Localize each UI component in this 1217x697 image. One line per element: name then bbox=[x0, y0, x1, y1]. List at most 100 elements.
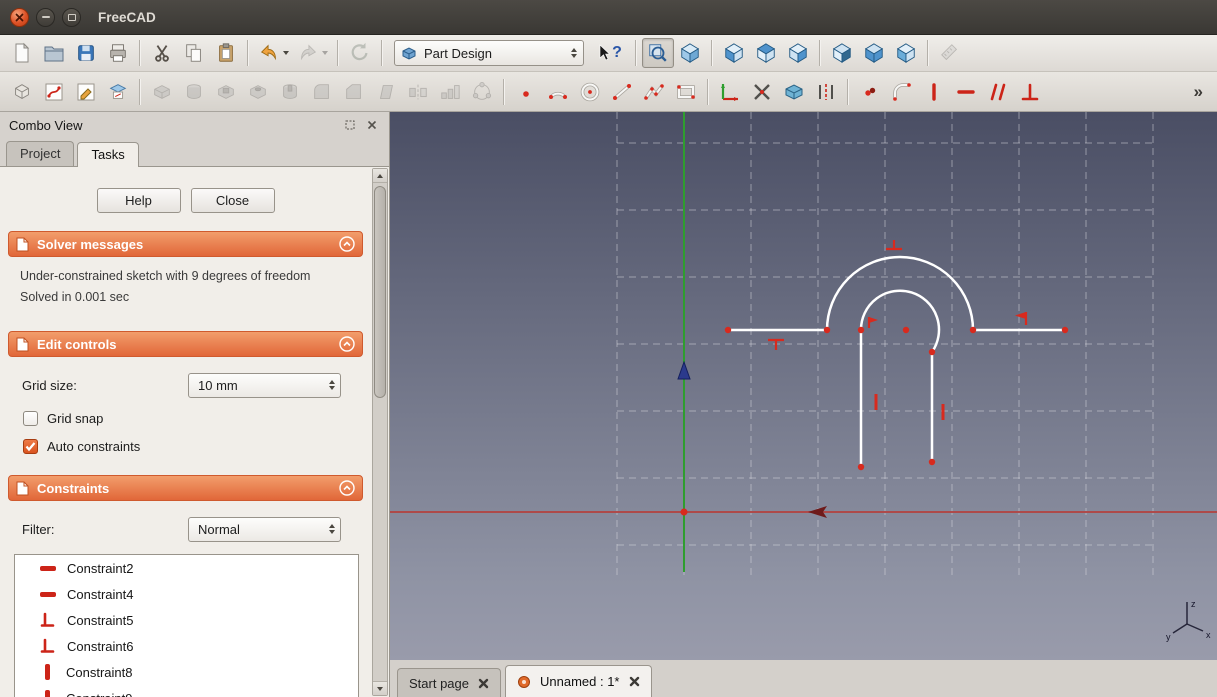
toolbar-separator bbox=[247, 40, 249, 66]
sketch-circle-button[interactable] bbox=[574, 77, 606, 107]
new-document-button[interactable] bbox=[6, 38, 38, 68]
sketch-point-button[interactable] bbox=[510, 77, 542, 107]
close-button[interactable]: Close bbox=[190, 188, 275, 213]
undo-dropdown-arrow[interactable] bbox=[283, 51, 289, 55]
constraint-list-item[interactable]: Constraint9 bbox=[15, 685, 358, 697]
collapse-icon[interactable] bbox=[339, 236, 355, 252]
pocket-button[interactable] bbox=[210, 77, 242, 107]
tab-tasks[interactable]: Tasks bbox=[77, 142, 139, 167]
right-view-button[interactable] bbox=[782, 38, 814, 68]
constrain-perpendicular-button[interactable] bbox=[1014, 77, 1046, 107]
paste-button[interactable] bbox=[210, 38, 242, 68]
toggle-construction-button[interactable] bbox=[714, 77, 746, 107]
constrain-parallel-button[interactable] bbox=[982, 77, 1014, 107]
chamfer-button[interactable] bbox=[338, 77, 370, 107]
window-maximize-button[interactable] bbox=[62, 7, 81, 27]
constrain-horizontal-button[interactable] bbox=[950, 77, 982, 107]
redo-dropdown-arrow[interactable] bbox=[322, 51, 328, 55]
float-panel-button[interactable] bbox=[342, 117, 358, 133]
constraint-filter-select[interactable]: Normal bbox=[188, 517, 341, 542]
groove-button[interactable] bbox=[274, 77, 306, 107]
whats-this-button[interactable]: ? bbox=[590, 38, 630, 68]
toolbar-separator bbox=[635, 40, 637, 66]
left-view-button[interactable] bbox=[890, 38, 922, 68]
fillet-button[interactable] bbox=[306, 77, 338, 107]
scroll-down-button[interactable] bbox=[373, 681, 387, 695]
3d-viewport[interactable]: z y x bbox=[390, 112, 1217, 660]
hole-button[interactable] bbox=[242, 77, 274, 107]
revolution-button[interactable] bbox=[178, 77, 210, 107]
grid-size-select[interactable]: 10 mm bbox=[188, 373, 341, 398]
save-document-button[interactable] bbox=[70, 38, 102, 68]
window-minimize-button[interactable] bbox=[36, 7, 55, 27]
close-tab-icon[interactable] bbox=[478, 678, 489, 689]
cut-button[interactable] bbox=[146, 38, 178, 68]
sketch-polyline-button[interactable] bbox=[638, 77, 670, 107]
constraint-list-item[interactable]: Constraint2 bbox=[15, 555, 358, 581]
tab-start-page[interactable]: Start page bbox=[397, 668, 501, 697]
origin-point[interactable] bbox=[680, 508, 688, 516]
top-view-button[interactable] bbox=[750, 38, 782, 68]
grid-snap-checkbox[interactable] bbox=[23, 411, 38, 426]
window-close-button[interactable] bbox=[10, 7, 29, 27]
constrain-vertical-button[interactable] bbox=[918, 77, 950, 107]
constrain-symmetric-button[interactable] bbox=[810, 77, 842, 107]
close-panel-button[interactable] bbox=[364, 117, 380, 133]
auto-constraints-checkbox[interactable] bbox=[23, 439, 38, 454]
open-document-button[interactable] bbox=[38, 38, 70, 68]
undo-button[interactable] bbox=[254, 42, 293, 64]
constraint-list-item[interactable]: Constraint8 bbox=[15, 659, 358, 685]
copy-button[interactable] bbox=[178, 38, 210, 68]
3d-view[interactable]: z y x bbox=[390, 112, 1217, 660]
collapse-icon[interactable] bbox=[339, 480, 355, 496]
toolbar-separator bbox=[711, 40, 713, 66]
tab-unnamed-document[interactable]: Unnamed : 1* bbox=[505, 665, 652, 697]
solver-messages-header[interactable]: Solver messages bbox=[8, 231, 363, 257]
sketch-fillet-button[interactable] bbox=[886, 77, 918, 107]
constrain-coincident-button[interactable] bbox=[854, 77, 886, 107]
pad-button[interactable] bbox=[146, 77, 178, 107]
front-view-button[interactable] bbox=[718, 38, 750, 68]
trim-edge-button[interactable] bbox=[746, 77, 778, 107]
sketch-arc-button[interactable] bbox=[542, 77, 574, 107]
map-sketch-button[interactable] bbox=[102, 77, 134, 107]
edit-controls-header[interactable]: Edit controls bbox=[8, 331, 363, 357]
help-button[interactable]: Help bbox=[96, 188, 181, 213]
tab-project[interactable]: Project bbox=[6, 141, 75, 166]
toolbar-separator bbox=[139, 78, 141, 105]
measure-distance-button[interactable] bbox=[934, 38, 966, 68]
constraint-list-item[interactable]: Constraint4 bbox=[15, 581, 358, 607]
create-sketch-button[interactable] bbox=[38, 77, 70, 107]
scrollbar-thumb[interactable] bbox=[374, 186, 386, 398]
constraint-list-item[interactable]: Constraint5 bbox=[15, 607, 358, 633]
section-title: Solver messages bbox=[37, 236, 144, 252]
constraints-header[interactable]: Constraints bbox=[8, 475, 363, 501]
panel-scrollbar[interactable] bbox=[372, 168, 388, 696]
linear-pattern-button[interactable] bbox=[434, 77, 466, 107]
polar-pattern-button[interactable] bbox=[466, 77, 498, 107]
collapse-icon[interactable] bbox=[339, 336, 355, 352]
print-button[interactable] bbox=[102, 38, 134, 68]
external-geometry-button[interactable] bbox=[778, 77, 810, 107]
axonometric-view-button[interactable] bbox=[674, 38, 706, 68]
edit-sketch-button[interactable] bbox=[70, 77, 102, 107]
toolbar-overflow-button[interactable]: » bbox=[1186, 82, 1211, 102]
sketch-rectangle-button[interactable] bbox=[670, 77, 702, 107]
spinner-arrows[interactable] bbox=[329, 524, 335, 534]
note-icon bbox=[16, 337, 29, 351]
workbench-selector[interactable]: Part Design bbox=[394, 40, 584, 66]
scroll-up-button[interactable] bbox=[373, 169, 387, 183]
mirrored-button[interactable] bbox=[402, 77, 434, 107]
freecad-window: FreeCAD Part Design ? » Combo View Proje… bbox=[0, 0, 1217, 697]
sketch-line-button[interactable] bbox=[606, 77, 638, 107]
redo-button[interactable] bbox=[293, 38, 332, 68]
refresh-button[interactable] bbox=[344, 38, 376, 68]
fit-all-button[interactable] bbox=[642, 38, 674, 68]
create-body-button[interactable] bbox=[6, 77, 38, 107]
draft-button[interactable] bbox=[370, 77, 402, 107]
constraint-list-item[interactable]: Constraint6 bbox=[15, 633, 358, 659]
spinner-arrows[interactable] bbox=[329, 380, 335, 390]
rear-view-button[interactable] bbox=[826, 38, 858, 68]
bottom-view-button[interactable] bbox=[858, 38, 890, 68]
close-tab-icon[interactable] bbox=[629, 676, 640, 687]
